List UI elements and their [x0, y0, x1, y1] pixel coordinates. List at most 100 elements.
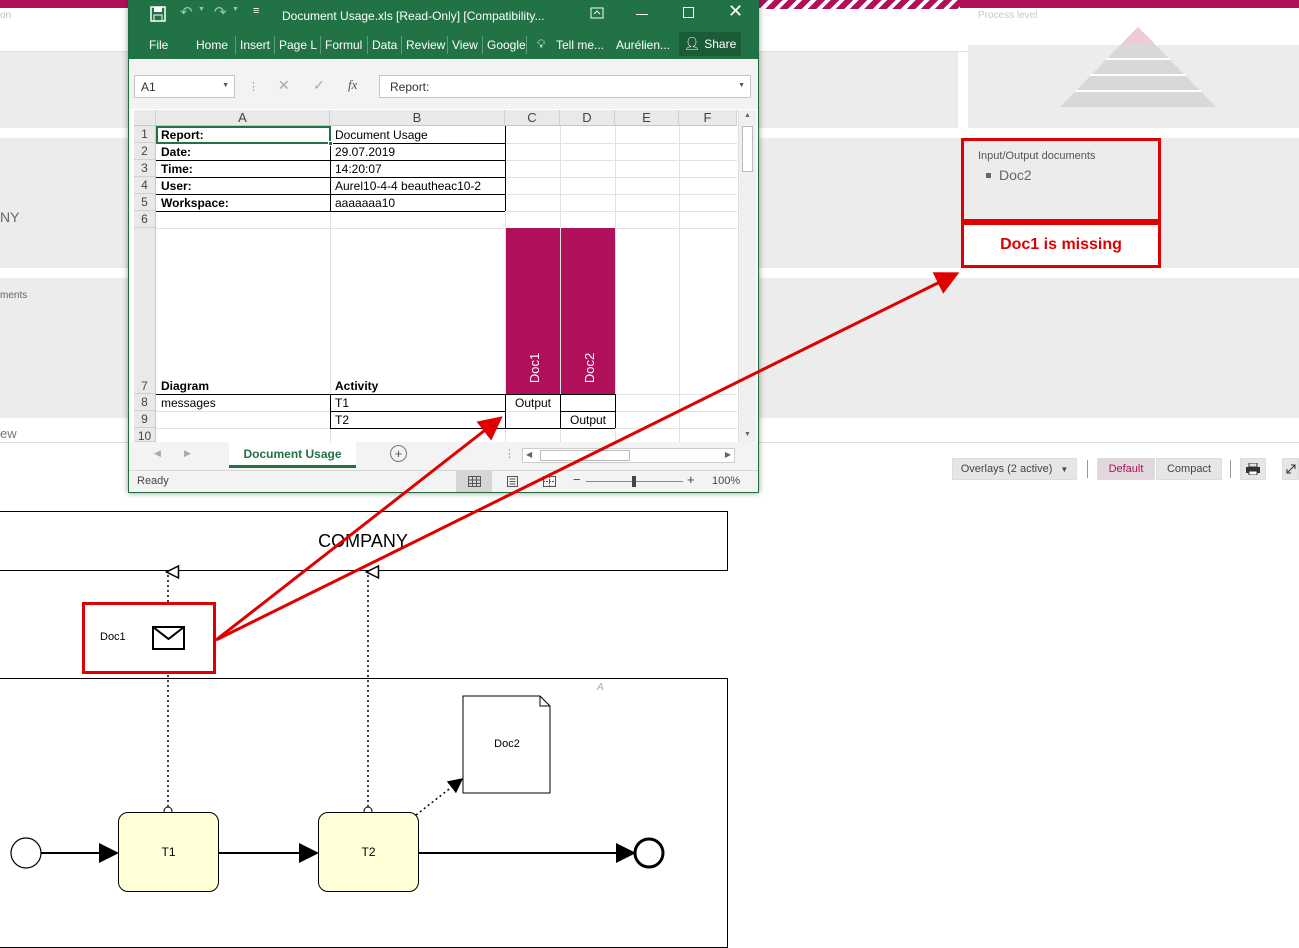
- menu-file[interactable]: File: [149, 38, 168, 52]
- spreadsheet-grid[interactable]: A B C D E F 1 2 3 4 5 6 7 8 9 10 Doc1 Do…: [134, 110, 737, 443]
- end-event[interactable]: [635, 839, 664, 868]
- menu-review[interactable]: Review: [406, 38, 445, 52]
- minimize-icon[interactable]: [636, 14, 648, 15]
- ribbon-display-icon[interactable]: [590, 7, 604, 19]
- enter-icon[interactable]: ✓: [313, 77, 325, 94]
- zoom-level[interactable]: 100%: [712, 475, 740, 487]
- tell-me-search[interactable]: Tell me...: [556, 38, 604, 52]
- customize-toolbar-icon[interactable]: ≡: [253, 5, 259, 17]
- cell-a7[interactable]: Diagram: [158, 378, 328, 394]
- cell-a5[interactable]: Workspace:: [158, 195, 328, 211]
- toolbar-separator: [1230, 460, 1231, 478]
- cell-b2[interactable]: 29.07.2019: [332, 144, 504, 160]
- horizontal-scrollbar[interactable]: ◀ ▶: [522, 448, 735, 463]
- io-documents-item[interactable]: Doc2: [986, 167, 1032, 183]
- zoom-out-icon[interactable]: −: [573, 472, 581, 487]
- menu-page-layout[interactable]: Page L: [279, 38, 317, 52]
- excel-window[interactable]: ↶ ▼ ↷ ▼ ≡ Document Usage.xls [Read-Only]…: [128, 0, 759, 493]
- col-header-d[interactable]: D: [560, 110, 615, 126]
- page-break-icon[interactable]: [543, 476, 556, 487]
- row-header[interactable]: 1: [134, 126, 156, 143]
- next-sheet-icon[interactable]: ▶: [184, 448, 191, 459]
- task-t2[interactable]: T2: [318, 812, 419, 892]
- row-header[interactable]: 6: [134, 211, 156, 228]
- menu-google[interactable]: Google: [487, 38, 526, 52]
- formula-input[interactable]: Report: ▼: [379, 75, 751, 98]
- doc2-header-label: Doc2: [581, 352, 597, 384]
- undo-icon[interactable]: ↶: [180, 3, 193, 21]
- cell-a4[interactable]: User:: [158, 178, 328, 194]
- drag-handle-icon: ⋮: [248, 81, 259, 93]
- cell-b1[interactable]: Document Usage: [332, 127, 504, 143]
- cell-a1[interactable]: Report:: [158, 127, 328, 143]
- status-bar: Ready − + 100%: [129, 470, 758, 492]
- col-header-b[interactable]: B: [330, 110, 505, 126]
- user-name[interactable]: Aurélien...: [616, 38, 670, 52]
- add-sheet-icon[interactable]: +: [390, 445, 407, 462]
- cell-c8[interactable]: Output: [506, 395, 560, 411]
- task-t1[interactable]: T1: [118, 812, 219, 892]
- cell-b4[interactable]: Aurel10-4-4 beautheac10-2: [332, 178, 504, 194]
- menu-view[interactable]: View: [452, 38, 478, 52]
- row-header[interactable]: 3: [134, 160, 156, 177]
- menu-formulas[interactable]: Formul: [325, 38, 362, 52]
- scroll-down-icon[interactable]: ▼: [744, 431, 751, 438]
- row-header[interactable]: 4: [134, 177, 156, 194]
- h-scroll-thumb[interactable]: [540, 450, 630, 461]
- cell-a3[interactable]: Time:: [158, 161, 328, 177]
- cell-b3[interactable]: 14:20:07: [332, 161, 504, 177]
- zoom-in-icon[interactable]: +: [687, 472, 695, 487]
- chevron-down-icon: ▼: [232, 6, 239, 13]
- print-button[interactable]: [1240, 458, 1266, 480]
- row-header[interactable]: 7: [134, 228, 156, 394]
- view-default-button[interactable]: Default: [1097, 458, 1155, 480]
- row-header[interactable]: 10: [134, 428, 156, 443]
- scroll-left-icon[interactable]: ◀: [526, 450, 532, 459]
- row-header[interactable]: 2: [134, 143, 156, 160]
- view-compact-button[interactable]: Compact: [1156, 458, 1222, 480]
- row-header[interactable]: 9: [134, 411, 156, 428]
- name-box[interactable]: A1 ▼: [134, 75, 235, 98]
- menu-sep: [367, 36, 368, 54]
- overlays-label: Overlays (2 active): [960, 463, 1053, 475]
- cell-b5[interactable]: aaaaaaa10: [332, 195, 504, 211]
- prev-sheet-icon[interactable]: ◀: [154, 448, 161, 459]
- cancel-icon[interactable]: ✕: [278, 77, 290, 94]
- start-event[interactable]: [11, 838, 41, 868]
- cell-a2[interactable]: Date:: [158, 144, 328, 160]
- col-header-e[interactable]: E: [615, 110, 679, 126]
- cell-b7[interactable]: Activity: [332, 378, 504, 394]
- bullet-icon: [986, 172, 991, 178]
- row-header[interactable]: 5: [134, 194, 156, 211]
- redo-icon[interactable]: ↷: [214, 3, 227, 21]
- expand-button[interactable]: [1282, 458, 1299, 480]
- scroll-up-icon[interactable]: ▲: [744, 112, 751, 119]
- col-header-a[interactable]: A: [156, 110, 330, 126]
- menu-insert[interactable]: Insert: [240, 38, 270, 52]
- close-icon[interactable]: ✕: [728, 1, 743, 22]
- page-layout-icon[interactable]: [506, 476, 519, 487]
- select-all-corner[interactable]: [134, 110, 156, 126]
- menu-data[interactable]: Data: [372, 38, 397, 52]
- cell-a8[interactable]: messages: [158, 395, 328, 411]
- middle-fragment: NY: [0, 209, 20, 225]
- share-button[interactable]: 👤︎ Share: [679, 32, 741, 56]
- overlays-dropdown[interactable]: Overlays (2 active) ▼: [952, 458, 1077, 480]
- cell-d9[interactable]: Output: [561, 412, 615, 428]
- save-icon[interactable]: [150, 6, 166, 22]
- col-header-f[interactable]: F: [679, 110, 737, 126]
- menu-sep: [482, 36, 483, 54]
- maximize-icon[interactable]: [683, 7, 694, 18]
- function-icon[interactable]: fx: [348, 77, 357, 93]
- normal-view-button[interactable]: [456, 471, 492, 492]
- col-header-c[interactable]: C: [505, 110, 560, 126]
- sheet-tab-active[interactable]: Document Usage: [229, 442, 356, 468]
- scroll-right-icon[interactable]: ▶: [725, 450, 731, 459]
- vertical-scrollbar[interactable]: ▲ ▼: [738, 110, 756, 442]
- cell-b9[interactable]: T2: [332, 412, 504, 428]
- menu-home[interactable]: Home: [196, 38, 228, 52]
- cell-b8[interactable]: T1: [332, 395, 504, 411]
- row-header[interactable]: 8: [134, 394, 156, 411]
- scroll-thumb[interactable]: [742, 126, 753, 172]
- zoom-slider-thumb[interactable]: [632, 476, 636, 487]
